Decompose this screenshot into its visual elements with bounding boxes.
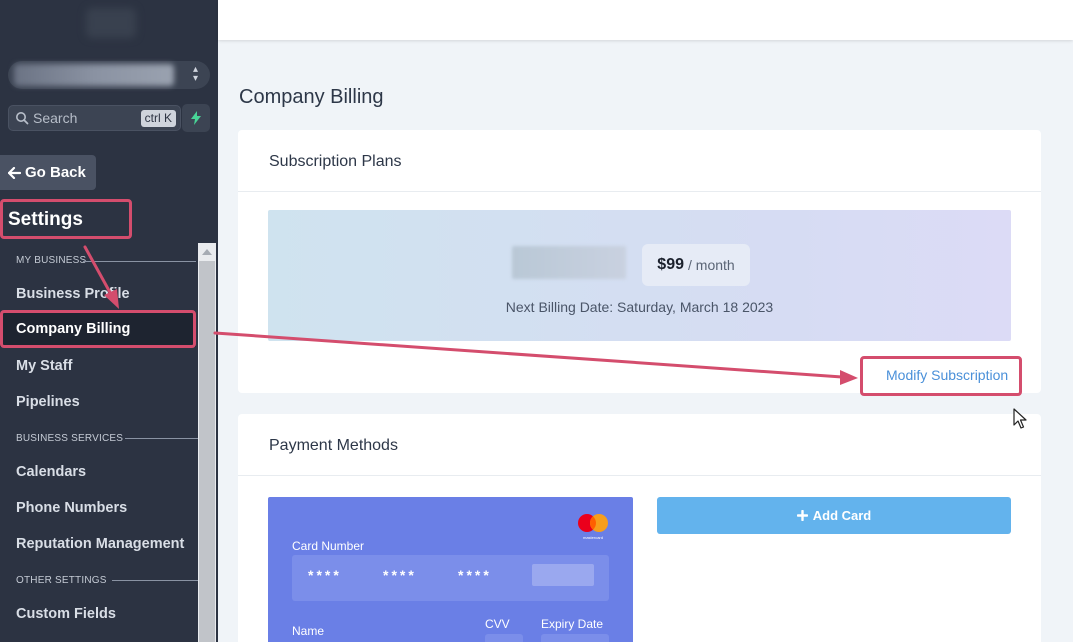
- highlight-company-billing: [0, 310, 196, 348]
- account-switcher[interactable]: ▴ ▾: [8, 61, 210, 89]
- arrow-left-icon: [8, 166, 21, 179]
- card-cvv-field: [485, 634, 523, 642]
- sidebar-item-custom-fields[interactable]: Custom Fields: [16, 606, 116, 622]
- card-number-label: Card Number: [292, 539, 365, 553]
- card-digits-group: ****: [383, 567, 417, 583]
- plan-name-redacted: [512, 246, 626, 279]
- quick-action-button[interactable]: [182, 104, 210, 132]
- subscription-card-header: Subscription Plans: [238, 130, 1041, 192]
- scroll-up-icon[interactable]: [202, 249, 212, 255]
- price-period: / month: [688, 257, 735, 273]
- card-digits-group: ****: [458, 567, 492, 583]
- highlight-settings: [0, 199, 132, 239]
- card-cvv-label: CVV: [485, 617, 510, 631]
- sidebar-item-reputation-management[interactable]: Reputation Management: [16, 536, 184, 552]
- section-divider: [83, 261, 196, 262]
- section-business-services: BUSINESS SERVICES: [16, 433, 124, 444]
- card-expiry-label: Expiry Date: [541, 617, 604, 631]
- price-badge: $99 / month: [642, 244, 750, 286]
- add-card-button[interactable]: Add Card: [657, 497, 1011, 534]
- subscription-card: Subscription Plans $99 / month Next Bill…: [238, 130, 1041, 393]
- section-my-business: MY BUSINESS: [16, 255, 87, 266]
- search-input[interactable]: [33, 109, 143, 127]
- plus-icon: [796, 510, 808, 521]
- account-name-redacted: [14, 64, 174, 86]
- search-box[interactable]: ctrl K: [8, 105, 181, 131]
- search-icon: [16, 112, 29, 125]
- go-back-button[interactable]: Go Back: [0, 155, 96, 190]
- chevron-updown-icon: ▴ ▾: [192, 64, 198, 84]
- section-other-settings: OTHER SETTINGS: [16, 575, 107, 586]
- go-back-label: Go Back: [25, 164, 86, 181]
- search-shortcut-badge: ctrl K: [140, 110, 176, 127]
- sidebar-scrollbar[interactable]: [198, 243, 216, 642]
- section-divider: [125, 438, 198, 439]
- lightning-icon: [191, 111, 201, 125]
- sidebar-item-phone-numbers[interactable]: Phone Numbers: [16, 500, 127, 516]
- sidebar-item-pipelines[interactable]: Pipelines: [16, 394, 80, 410]
- payment-methods-header: Payment Methods: [238, 414, 1041, 476]
- card-expiry-field: [541, 634, 609, 642]
- card-digits-group: ****: [308, 567, 342, 583]
- card-brand-label: mastercard: [582, 535, 603, 540]
- sidebar-item-my-staff[interactable]: My Staff: [16, 358, 72, 374]
- scrollbar-thumb[interactable]: [199, 261, 215, 642]
- plan-banner: $99 / month Next Billing Date: Saturday,…: [268, 210, 1011, 341]
- page-title: Company Billing: [239, 86, 384, 108]
- mouse-cursor-icon: [1013, 408, 1027, 429]
- next-billing-date: Next Billing Date: Saturday, March 18 20…: [505, 299, 774, 315]
- section-divider: [112, 580, 198, 581]
- top-bar: [218, 0, 1073, 40]
- sidebar-item-business-profile[interactable]: Business Profile: [16, 286, 130, 302]
- card-name-label: Name: [292, 624, 325, 638]
- highlight-modify-subscription: [860, 356, 1022, 396]
- add-card-label: Add Card: [812, 508, 872, 523]
- company-logo: [86, 8, 136, 38]
- credit-card[interactable]: mastercard Card Number **** **** **** Na…: [268, 497, 633, 642]
- card-last-digits-redacted: [532, 564, 594, 586]
- price-amount: $99: [657, 256, 684, 273]
- card-number-field: **** **** ****: [292, 555, 609, 601]
- payment-methods-card: Payment Methods mastercard Card Number *…: [238, 414, 1041, 642]
- sidebar-item-calendars[interactable]: Calendars: [16, 464, 86, 480]
